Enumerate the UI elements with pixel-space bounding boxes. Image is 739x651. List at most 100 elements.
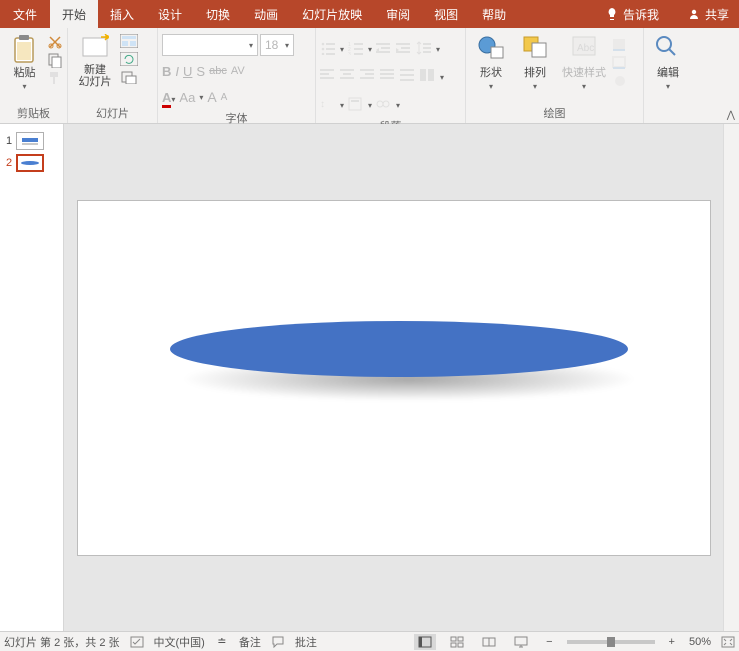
tab-help[interactable]: 帮助 [470, 0, 518, 28]
text-direction-icon[interactable]: ↕ [320, 97, 336, 113]
reading-view-button[interactable] [478, 634, 500, 650]
align-text-icon[interactable] [348, 97, 364, 113]
group-label-editing [648, 119, 688, 123]
shrink-font-button[interactable]: A [221, 92, 228, 103]
slide-thumbnail-1[interactable]: 1 [0, 130, 63, 152]
change-case-button[interactable]: Aa [179, 90, 195, 105]
strikethrough-button[interactable]: abc [209, 65, 227, 77]
tab-design[interactable]: 设计 [146, 0, 194, 28]
svg-text:Abc: Abc [577, 43, 594, 54]
chevron-down-icon: ▾ [285, 41, 289, 50]
indent-decrease-icon[interactable] [376, 41, 392, 57]
tab-insert[interactable]: 插入 [98, 0, 146, 28]
fit-to-window-icon[interactable] [721, 635, 735, 649]
shape-fill-icon[interactable] [612, 38, 628, 54]
quick-styles-label: 快速样式 [562, 64, 606, 80]
shapes-button[interactable]: 形状 ▾ [470, 30, 512, 91]
align-center-icon[interactable] [340, 69, 356, 85]
columns-icon[interactable] [420, 69, 436, 85]
slide-canvas[interactable] [77, 200, 711, 556]
slide-counter[interactable]: 幻灯片 第 2 张，共 2 张 [4, 634, 120, 650]
reset-icon[interactable] [120, 52, 136, 68]
group-clipboard: 粘贴 ▾ 剪贴板 [0, 28, 68, 123]
indent-increase-icon[interactable] [396, 41, 412, 57]
ellipse-shape[interactable] [170, 321, 628, 377]
menu-tab-strip: 文件 开始 插入 设计 切换 动画 幻灯片放映 审阅 视图 帮助 告诉我 共享 [0, 0, 739, 28]
distribute-icon[interactable] [400, 69, 416, 85]
shape-effects-icon[interactable] [612, 74, 628, 90]
tell-me-label[interactable]: 告诉我 [623, 6, 659, 23]
align-left-icon[interactable] [320, 69, 336, 85]
bold-button[interactable]: B [162, 64, 171, 79]
zoom-in-button[interactable]: + [665, 636, 679, 648]
bullets-icon[interactable] [320, 41, 336, 57]
format-painter-icon[interactable] [47, 70, 63, 86]
thumbnail-number: 1 [6, 135, 12, 147]
char-spacing-button[interactable]: AV [231, 65, 245, 77]
zoom-slider-thumb[interactable] [607, 637, 615, 647]
ribbon: 粘贴 ▾ 剪贴板 新建 幻灯片 [0, 28, 739, 124]
find-icon [654, 34, 682, 62]
group-font: ▾ 18 ▾ B I U S abc AV A▾ Aa ▾ A A [158, 28, 316, 123]
normal-view-button[interactable] [414, 634, 436, 650]
layout-icon[interactable] [120, 34, 136, 50]
tab-transitions[interactable]: 切换 [194, 0, 242, 28]
quick-styles-icon: Abc [570, 34, 598, 62]
convert-smartart-icon[interactable] [376, 97, 392, 113]
arrange-icon [521, 34, 549, 62]
tab-file[interactable]: 文件 [0, 0, 50, 28]
line-spacing-icon[interactable] [416, 41, 432, 57]
comments-icon [271, 635, 285, 649]
tab-home[interactable]: 开始 [50, 0, 98, 28]
font-name-combo[interactable]: ▾ [162, 34, 258, 56]
arrange-label: 排列 [524, 64, 546, 80]
editing-button[interactable]: 编辑 ▾ [648, 30, 688, 91]
spellcheck-icon[interactable] [130, 635, 144, 649]
zoom-out-button[interactable]: − [542, 636, 556, 648]
align-justify-icon[interactable] [380, 69, 396, 85]
tab-animations[interactable]: 动画 [242, 0, 290, 28]
grow-font-button[interactable]: A [207, 89, 216, 105]
group-drawing: 形状 ▾ 排列 ▾ Abc 快速样式 ▾ [466, 28, 644, 123]
new-slide-button[interactable]: 新建 幻灯片 [72, 30, 118, 88]
paste-button[interactable]: 粘贴 ▾ [4, 30, 45, 91]
slide-area[interactable] [64, 124, 723, 631]
tab-view[interactable]: 视图 [422, 0, 470, 28]
section-icon[interactable] [120, 70, 136, 86]
arrange-button[interactable]: 排列 ▾ [514, 30, 556, 91]
group-paragraph: ▾ 123▾ ▾ ▾ ↕▾ ▾ ▾ 段落 [316, 28, 466, 123]
svg-text:↕: ↕ [320, 99, 325, 110]
group-label-slides: 幻灯片 [72, 103, 153, 123]
shadow-button[interactable]: S [196, 64, 205, 79]
vertical-scrollbar[interactable] [723, 124, 739, 631]
shapes-icon [477, 34, 505, 62]
quick-styles-button[interactable]: Abc 快速样式 ▾ [558, 30, 610, 91]
slide-thumbnail-2[interactable]: 2 [0, 152, 63, 174]
svg-text:3: 3 [348, 52, 351, 55]
copy-icon[interactable] [47, 52, 63, 68]
align-right-icon[interactable] [360, 69, 376, 85]
language-label[interactable]: 中文(中国) [154, 634, 205, 650]
clipboard-icon [11, 34, 39, 62]
share-button[interactable]: 共享 [705, 6, 729, 23]
underline-button[interactable]: U [183, 64, 192, 79]
cut-icon[interactable] [47, 34, 63, 50]
thumbnail-preview-2 [16, 154, 44, 172]
font-color-button[interactable]: A▾ [162, 90, 175, 105]
tab-slideshow[interactable]: 幻灯片放映 [290, 0, 374, 28]
chevron-down-icon: ▾ [489, 82, 493, 91]
shape-outline-icon[interactable] [612, 56, 628, 72]
zoom-slider[interactable] [567, 640, 655, 644]
zoom-percent[interactable]: 50% [689, 636, 711, 648]
numbering-icon[interactable]: 123 [348, 41, 364, 57]
italic-button[interactable]: I [175, 64, 179, 79]
tab-review[interactable]: 审阅 [374, 0, 422, 28]
font-size-combo[interactable]: 18 ▾ [260, 34, 294, 56]
new-slide-label: 新建 幻灯片 [79, 64, 112, 88]
slideshow-view-button[interactable] [510, 634, 532, 650]
comments-button[interactable]: 批注 [295, 634, 317, 650]
notes-button[interactable]: 备注 [239, 634, 261, 650]
sorter-view-button[interactable] [446, 634, 468, 650]
collapse-ribbon-icon[interactable]: ⋀ [727, 110, 735, 121]
status-bar: 幻灯片 第 2 张，共 2 张 中文(中国) ≐ 备注 批注 − + 50% [0, 631, 739, 651]
